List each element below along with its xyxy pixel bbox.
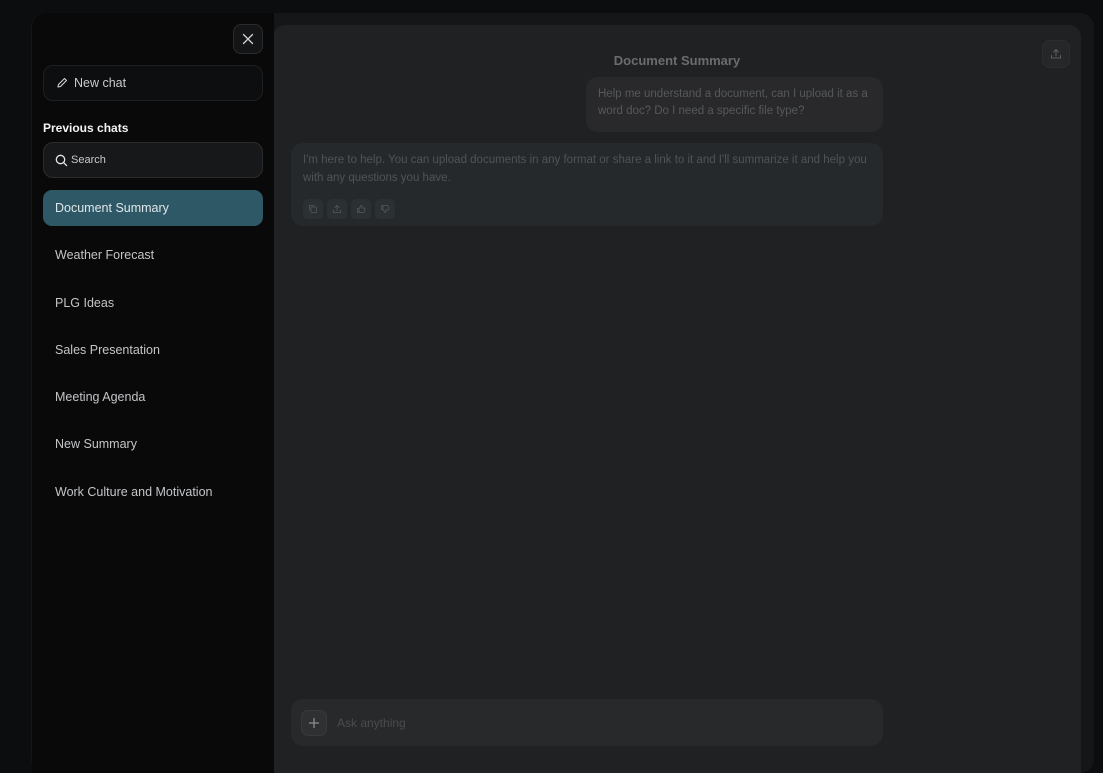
new-chat-label: New chat	[74, 76, 127, 90]
attach-button[interactable]	[301, 709, 327, 736]
sidebar: New chat Previous chats Document Summary…	[32, 13, 274, 773]
thumbs-down-button[interactable]	[375, 199, 395, 219]
share-icon	[332, 204, 342, 214]
page-title: Document Summary	[613, 53, 741, 68]
upload-icon	[1050, 48, 1062, 60]
chat-item-label: Weather Forecast	[55, 248, 155, 263]
chat-item-label: Sales Presentation	[55, 342, 160, 357]
share-button[interactable]	[1042, 40, 1070, 68]
chat-main-panel: Document Summary Help me understand a do…	[273, 25, 1081, 773]
search-icon	[55, 154, 68, 167]
close-sidebar-button[interactable]	[233, 24, 263, 54]
message-composer	[291, 699, 883, 746]
chat-item-label: New Summary	[55, 437, 137, 452]
message-actions	[303, 199, 395, 219]
chat-item-weather-forecast[interactable]: Weather Forecast	[43, 237, 263, 273]
chat-item-work-culture[interactable]: Work Culture and Motivation	[43, 474, 263, 510]
search-input[interactable]	[71, 154, 251, 166]
user-message-bubble: Help me understand a document, can I upl…	[586, 77, 883, 132]
copy-icon	[308, 204, 318, 214]
copy-button[interactable]	[303, 199, 323, 219]
thumbs-up-button[interactable]	[351, 199, 371, 219]
user-message-text: Help me understand a document, can I upl…	[598, 88, 868, 117]
new-chat-button[interactable]: New chat	[43, 65, 263, 101]
pencil-icon	[56, 77, 68, 89]
chat-item-document-summary[interactable]: Document Summary	[43, 190, 263, 226]
chat-item-label: Document Summary	[55, 201, 169, 215]
chat-item-label: Meeting Agenda	[55, 390, 146, 405]
thumbs-down-icon	[380, 204, 390, 214]
chat-item-sales-presentation[interactable]: Sales Presentation	[43, 332, 263, 368]
share-message-button[interactable]	[327, 199, 347, 219]
chat-item-label: PLG Ideas	[55, 295, 115, 310]
close-icon	[242, 33, 254, 45]
plus-icon	[308, 717, 320, 729]
previous-chats-heading: Previous chats	[43, 121, 129, 135]
thumbs-up-icon	[356, 204, 366, 214]
assistant-message-bubble: I'm here to help. You can upload documen…	[291, 143, 883, 226]
chat-item-new-summary[interactable]: New Summary	[43, 426, 263, 462]
assistant-message-text: I'm here to help. You can upload documen…	[303, 154, 867, 184]
ask-input[interactable]	[337, 715, 837, 730]
chat-history-list: Document Summary Weather Forecast PLG Id…	[43, 190, 263, 521]
chat-item-plg-ideas[interactable]: PLG Ideas	[43, 285, 263, 321]
chat-item-label: Work Culture and Motivation	[55, 484, 213, 499]
chat-item-meeting-agenda[interactable]: Meeting Agenda	[43, 379, 263, 415]
search-box	[43, 142, 263, 178]
